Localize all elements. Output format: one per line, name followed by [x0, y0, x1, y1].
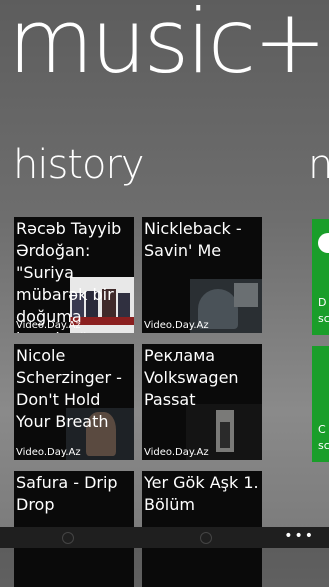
- history-tile-1[interactable]: Nickleback - Savin' Me Video.Day.Az: [142, 217, 262, 333]
- app-bar-hint-icon: [200, 532, 212, 544]
- side-tile-1[interactable]: C sc: [312, 346, 329, 462]
- side-tile-line2: sc: [318, 439, 329, 452]
- tile-source: Video.Day.Az: [16, 320, 81, 331]
- side-tile-line1: C: [318, 423, 326, 436]
- more-options-icon[interactable]: •••: [284, 528, 315, 544]
- title-area: music+: [0, 0, 329, 120]
- side-tile-line2: sc: [318, 312, 329, 325]
- tile-title: Nickleback - Savin' Me: [144, 219, 242, 260]
- history-tile-0[interactable]: Rəcəb Tayyib Ərdoğan: "Suriya mübarək bi…: [14, 217, 134, 333]
- app-title: music+: [8, 0, 327, 93]
- tile-title: Nicole Scherzinger - Don't Hold Your Bre…: [16, 346, 122, 431]
- side-tile-0[interactable]: D sc: [312, 219, 329, 335]
- tile-title: Safura - Drip Drop: [16, 473, 118, 514]
- tile-source: Video.Day.Az: [144, 320, 209, 331]
- circle-icon: [318, 233, 329, 253]
- side-tile-line1: D: [318, 296, 327, 309]
- tile-title: Реклама Volkswagen Passat: [144, 346, 239, 409]
- tile-source: Video.Day.Az: [144, 447, 209, 458]
- app-bar: •••: [0, 527, 329, 548]
- tile-title: Rəcəb Tayyib Ərdoğan: "Suriya mübarək bi…: [16, 219, 122, 333]
- tile-title: Yer Gök Aşk 1. Bölüm: [144, 473, 259, 514]
- section-title-next[interactable]: n: [308, 145, 329, 185]
- tile-source: Video.Day.Az: [16, 447, 81, 458]
- section-title-history: history: [13, 142, 145, 188]
- history-tile-2[interactable]: Nicole Scherzinger - Don't Hold Your Bre…: [14, 344, 134, 460]
- app-bar-hint-icon: [62, 532, 74, 544]
- history-tile-3[interactable]: Реклама Volkswagen Passat Video.Day.Az: [142, 344, 262, 460]
